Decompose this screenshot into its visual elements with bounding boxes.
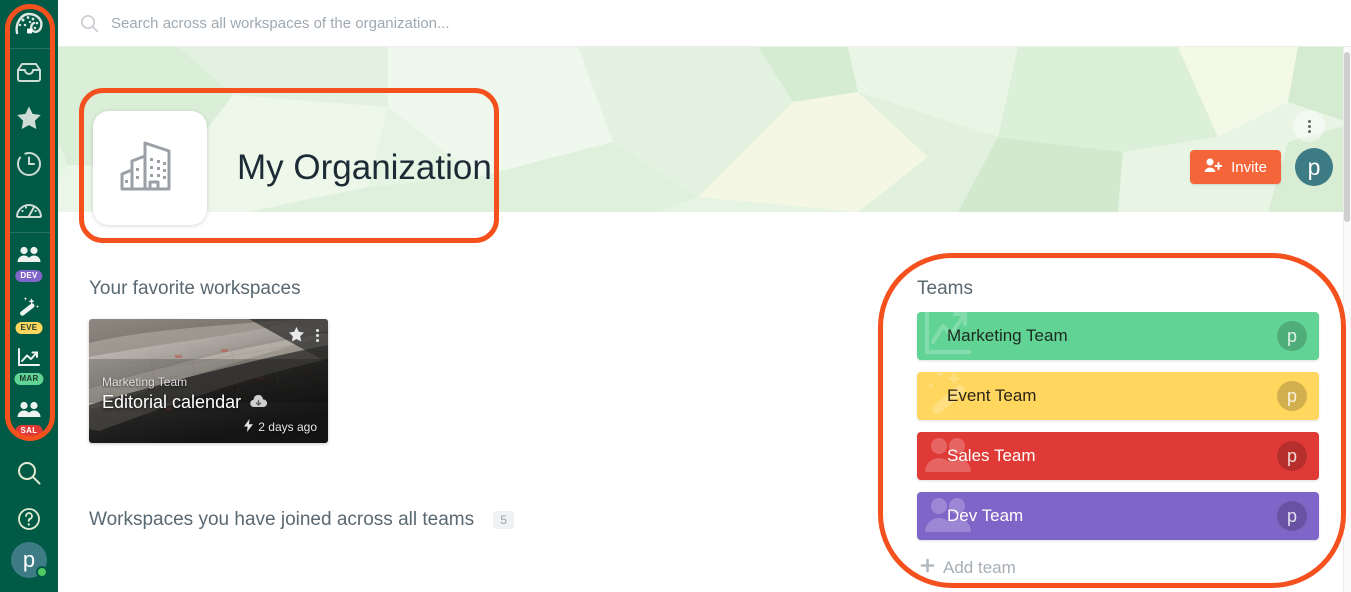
- add-team-button[interactable]: Add team: [917, 558, 1319, 578]
- banner-more-menu-button[interactable]: [1293, 110, 1325, 142]
- sidebar-item-dashboard[interactable]: [0, 187, 58, 233]
- sidebar: DEV EVE MAR SAL p: [0, 0, 58, 592]
- teams-section-title: Teams: [917, 278, 973, 299]
- sidebar-workspace-sal[interactable]: SAL: [0, 388, 58, 440]
- team-name: Event Team: [947, 386, 1037, 405]
- sidebar-item-search[interactable]: [0, 450, 58, 496]
- add-team-label: Add team: [943, 558, 1016, 577]
- main-content-left: Your favorite workspaces Marketing Team …: [89, 212, 849, 531]
- people-icon: [16, 246, 42, 263]
- sidebar-workspace-eve[interactable]: EVE: [0, 285, 58, 337]
- banner-user-avatar[interactable]: p: [1295, 148, 1333, 186]
- sidebar-item-favorites[interactable]: [0, 95, 58, 141]
- star-icon[interactable]: [288, 326, 305, 347]
- sidebar-badge-sal: SAL: [15, 425, 43, 438]
- joined-count-badge: 5: [493, 510, 515, 529]
- magic-wand-icon: [16, 296, 42, 317]
- sidebar-badge-dev: DEV: [15, 270, 43, 283]
- sidebar-item-help[interactable]: [0, 496, 58, 542]
- workspace-card-team: Marketing Team: [102, 375, 188, 389]
- organization-building-icon: [119, 137, 181, 200]
- invite-button[interactable]: Invite: [1190, 150, 1281, 184]
- person-add-icon: [1204, 158, 1223, 177]
- workspace-card-title: Editorial calendar: [102, 392, 268, 413]
- search-icon: [80, 14, 99, 33]
- sidebar-user-avatar[interactable]: p: [11, 541, 48, 578]
- organization-logo[interactable]: [93, 111, 207, 225]
- workspace-card-text: Marketing Team Editorial calendar: [102, 375, 268, 413]
- sidebar-logo[interactable]: [0, 0, 58, 48]
- sidebar-item-recents[interactable]: [0, 141, 58, 187]
- joined-section-title: Workspaces you have joined across all te…: [89, 509, 849, 531]
- sidebar-badge-eve: EVE: [15, 321, 43, 334]
- workspace-card[interactable]: Marketing Team Editorial calendar 2 days…: [89, 319, 328, 443]
- favorites-section-title: Your favorite workspaces: [89, 278, 301, 299]
- more-vertical-icon: [1307, 119, 1311, 133]
- sidebar-badge-mar: MAR: [14, 373, 44, 386]
- people-icon: [16, 401, 42, 418]
- top-search-bar: [58, 0, 1351, 47]
- inbox-icon: [16, 61, 42, 83]
- team-row[interactable]: Dev Team p: [917, 492, 1319, 540]
- team-avatar: p: [1277, 441, 1307, 471]
- team-avatar: p: [1277, 381, 1307, 411]
- team-avatar: p: [1277, 321, 1307, 351]
- sidebar-workspace-mar[interactable]: MAR: [0, 337, 58, 389]
- team-name: Sales Team: [947, 446, 1036, 465]
- bolt-icon: [244, 419, 254, 435]
- gauge-icon: [15, 199, 43, 221]
- team-name: Marketing Team: [947, 326, 1068, 345]
- clock-icon: [16, 151, 42, 177]
- help-icon: [17, 507, 41, 531]
- team-row[interactable]: Marketing Team p: [917, 312, 1319, 360]
- teams-panel: Teams Marketing Team p Event Team p Sale…: [917, 212, 1319, 578]
- invite-button-label: Invite: [1231, 158, 1267, 176]
- team-name: Dev Team: [947, 506, 1024, 525]
- team-avatar: p: [1277, 501, 1307, 531]
- chart-icon: [16, 348, 42, 368]
- organization-header: My Organization: [93, 111, 492, 225]
- search-input[interactable]: [111, 14, 811, 32]
- more-vertical-icon[interactable]: [316, 329, 319, 342]
- cloud-download-icon: [250, 392, 268, 413]
- sidebar-workspace-dev[interactable]: DEV: [0, 233, 58, 285]
- workspace-card-actions: [288, 326, 319, 347]
- team-row[interactable]: Sales Team p: [917, 432, 1319, 480]
- app-logo-icon: [14, 11, 44, 37]
- workspace-card-timestamp: 2 days ago: [244, 419, 317, 435]
- team-row[interactable]: Event Team p: [917, 372, 1319, 420]
- page-title: My Organization: [237, 148, 492, 187]
- plus-icon: [920, 558, 935, 578]
- banner-actions: Invite p: [1190, 148, 1333, 186]
- star-icon: [16, 105, 42, 130]
- online-status-dot: [36, 565, 48, 578]
- search-icon: [16, 460, 42, 486]
- sidebar-item-inbox[interactable]: [0, 49, 58, 95]
- scrollbar-thumb[interactable]: [1344, 52, 1350, 222]
